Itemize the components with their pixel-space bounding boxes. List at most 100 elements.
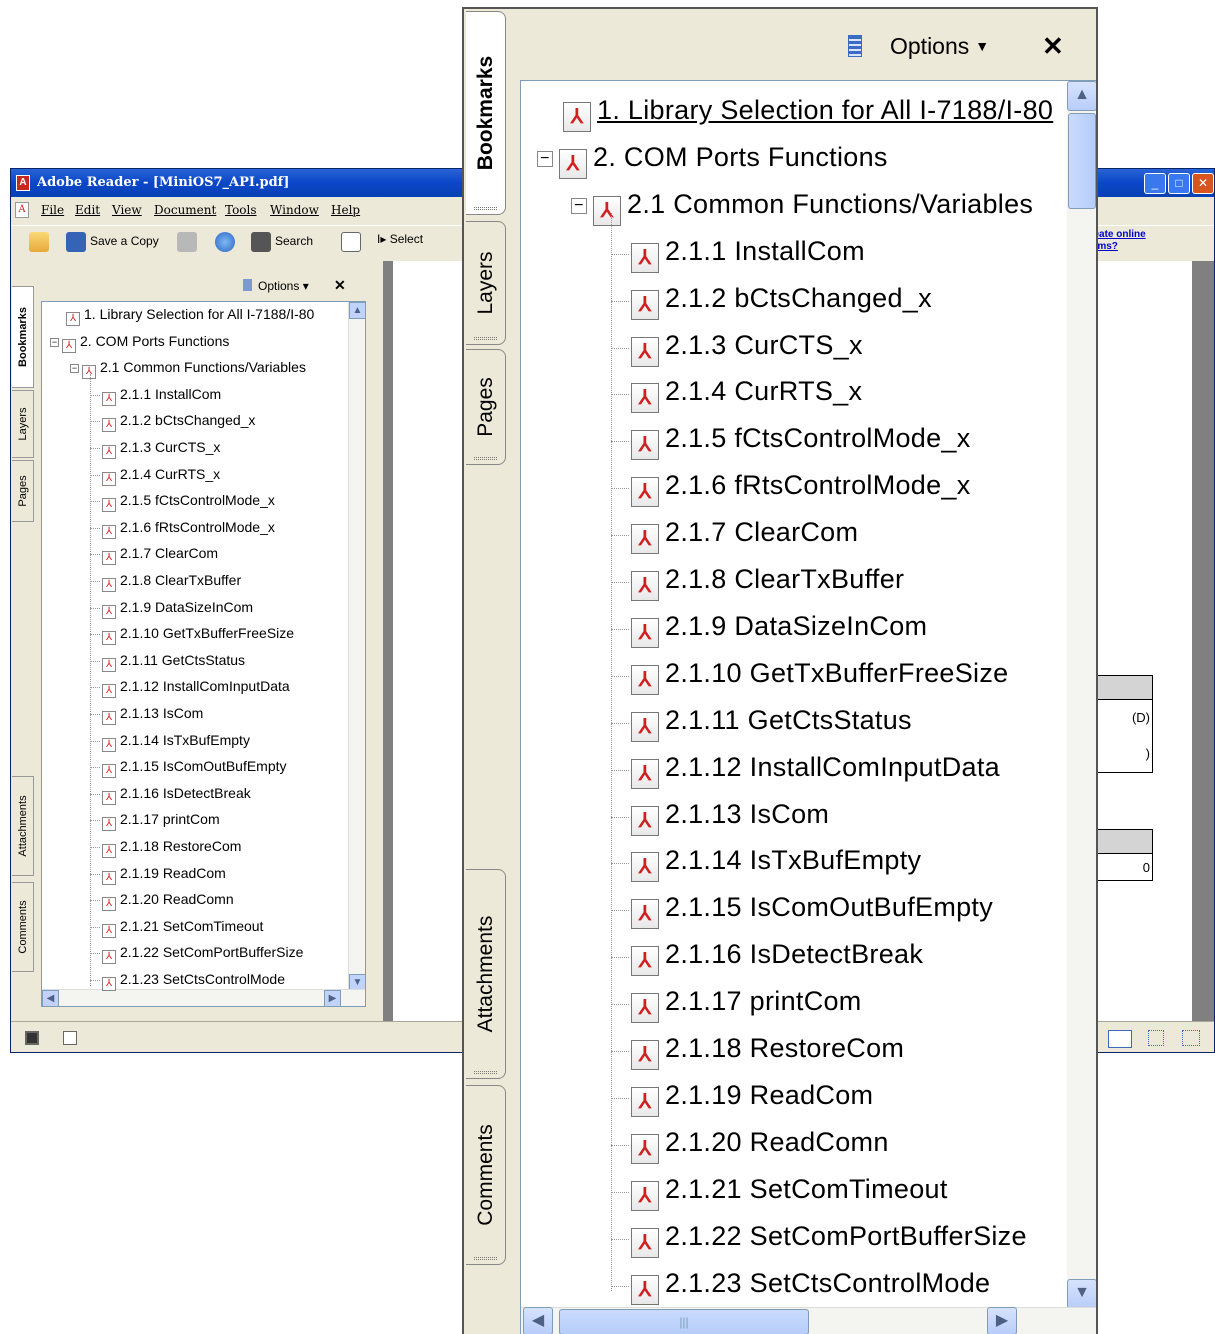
tab-pages-small[interactable]: Pages [12, 460, 34, 522]
tab-bookmarks[interactable]: Bookmarks [466, 11, 506, 215]
bookmark-item[interactable]: ⅄ 1. Library Selection for All I-7188/I-8… [66, 306, 314, 326]
menu-window[interactable]: Window [270, 203, 319, 217]
menu-file[interactable]: File [41, 203, 64, 217]
horizontal-scroll-thumb[interactable]: ||| [559, 1309, 809, 1334]
scroll-right-small[interactable]: ▶ [324, 990, 341, 1006]
bookmark-item[interactable]: ⅄ 2.1.1 InstallCom [631, 236, 865, 273]
bookmark-item[interactable]: ⅄ 2.1.14 IsTxBufEmpty [631, 845, 921, 883]
tab-bookmarks-small[interactable]: Bookmarks [12, 286, 34, 388]
document-menu-icon[interactable]: A [15, 202, 29, 218]
scroll-up-small[interactable]: ▲ [349, 302, 365, 319]
scroll-right-button[interactable]: ▶ [987, 1307, 1017, 1334]
bookmark-item[interactable]: ⅄ 2.1.21 SetComTimeout [102, 918, 263, 938]
nav-pane-toggle-icon[interactable] [25, 1031, 39, 1045]
bookmark-item[interactable]: ⅄ 2.1.11 GetCtsStatus [102, 652, 245, 672]
bookmark-item[interactable]: ⅄ 2.1.18 RestoreCom [102, 838, 241, 858]
bookmark-item[interactable]: ⅄ 2.1.15 IsComOutBufEmpty [102, 758, 287, 779]
facing-view-icon[interactable] [1182, 1030, 1200, 1046]
bookmark-item[interactable]: ⅄ 2.1.19 ReadCom [631, 1080, 873, 1117]
scroll-left-small[interactable]: ◀ [42, 990, 59, 1006]
bookmark-item[interactable]: ⅄ 2.1.21 SetComTimeout [631, 1174, 948, 1211]
bookmark-item[interactable]: ⅄ 2.1.22 SetComPortBufferSize [102, 944, 303, 965]
bookmark-item[interactable]: ⅄ 2.1.16 IsDetectBreak [102, 785, 251, 805]
menu-view[interactable]: View [112, 203, 142, 217]
bookmark-item[interactable]: ⅄ 2.1.6 fRtsControlMode_x [631, 470, 971, 508]
continuous-view-icon[interactable] [1148, 1030, 1164, 1046]
bookmark-item[interactable]: ⅄ 2.1.13 IsCom [631, 799, 829, 836]
tab-comments-small[interactable]: Comments [12, 882, 34, 972]
collapse-toggle-icon[interactable]: − [571, 197, 587, 214]
menu-edit[interactable]: Edit [75, 203, 100, 217]
bookmark-item[interactable]: ⅄ 2.1.10 GetTxBufferFreeSize [102, 625, 294, 646]
horizontal-scrollbar[interactable]: ◀ ||| ▶ [521, 1307, 1096, 1334]
open-button[interactable] [29, 232, 53, 252]
collapse-toggle-icon[interactable]: − [70, 364, 79, 374]
single-page-view-icon[interactable] [1108, 1030, 1132, 1048]
bookmark-item[interactable]: ⅄ 2.1.12 InstallComInputData [631, 752, 1000, 789]
bookmark-item[interactable]: − ⅄ 2. COM Ports Functions [50, 333, 229, 353]
bookmark-item[interactable]: ⅄ 2.1.7 ClearCom [631, 517, 858, 555]
bookmark-item[interactable]: ⅄ 2.1.19 ReadCom [102, 865, 226, 885]
tab-pages[interactable]: Pages [466, 349, 506, 465]
scroll-down-button[interactable]: ▼ [1067, 1279, 1096, 1309]
tab-attachments[interactable]: Attachments [466, 869, 506, 1079]
page-icon[interactable] [63, 1031, 77, 1045]
bookmark-item[interactable]: − ⅄ 2.1 Common Functions/Variables [571, 189, 1033, 226]
bookmark-item[interactable]: ⅄ 2.1.18 RestoreCom [631, 1033, 904, 1070]
bookmark-item[interactable]: ⅄ 2.1.2 bCtsChanged_x [631, 283, 932, 320]
bookmark-item[interactable]: ⅄ 2.1.2 bCtsChanged_x [102, 412, 255, 433]
bookmark-item[interactable]: ⅄ 2.1.20 ReadComn [631, 1127, 889, 1164]
collapse-toggle-icon[interactable]: − [537, 150, 553, 167]
options-menu[interactable]: Options ▼ [848, 33, 989, 60]
bookmark-item[interactable]: ⅄ 2.1.15 IsComOutBufEmpty [631, 892, 993, 930]
bookmark-item[interactable]: ⅄ 2.1.9 DataSizeInCom [102, 599, 253, 619]
bookmark-item[interactable]: ⅄ 2.1.11 GetCtsStatus [631, 705, 912, 742]
bookmark-item[interactable]: ⅄ 2.1.13 IsCom [102, 705, 203, 725]
search-button[interactable]: Search [251, 232, 313, 252]
close-window-button[interactable]: ✕ [1192, 173, 1214, 194]
bookmark-item[interactable]: ⅄ 2.1.4 CurRTS_x [631, 376, 862, 414]
bookmark-item[interactable]: ⅄ 2.1.1 InstallCom [102, 386, 221, 406]
close-panel-button[interactable]: ✕ [1042, 31, 1064, 62]
options-menu-small[interactable]: Options ▾ [243, 279, 309, 293]
bookmark-item[interactable]: ⅄ 1. Library Selection for All I-7188/I-8… [563, 95, 1053, 132]
vertical-scroll-thumb[interactable] [1068, 113, 1096, 209]
bookmark-item[interactable]: ⅄ 2.1.8 ClearTxBuffer [102, 572, 241, 592]
collapse-toggle-icon[interactable]: − [50, 337, 59, 347]
scroll-left-button[interactable]: ◀ [523, 1307, 553, 1334]
bookmark-item[interactable]: ⅄ 2.1.20 ReadComn [102, 891, 234, 912]
tab-layers-small[interactable]: Layers [12, 390, 34, 458]
bookmark-item[interactable]: − ⅄ 2.1 Common Functions/Variables [70, 359, 306, 380]
bookmark-item[interactable]: ⅄ 2.1.8 ClearTxBuffer [631, 564, 904, 601]
bookmark-item[interactable]: ⅄ 2.1.9 DataSizeInCom [631, 611, 927, 648]
bookmark-item[interactable]: ⅄ 2.1.6 fRtsControlMode_x [102, 519, 275, 539]
bookmark-item[interactable]: ⅄ 2.1.3 CurCTS_x [631, 330, 863, 367]
print-button[interactable] [177, 232, 201, 252]
bookmark-item[interactable]: ⅄ 2.1.12 InstallComInputData [102, 678, 290, 699]
scroll-up-button[interactable]: ▲ [1067, 81, 1096, 111]
select-tool-button[interactable]: I▸ Select [377, 232, 423, 246]
bookmark-item[interactable]: ⅄ 2.1.22 SetComPortBufferSize [631, 1221, 1027, 1258]
tab-comments[interactable]: Comments [466, 1085, 506, 1265]
bookmark-item[interactable]: ⅄ 2.1.23 SetCtsControlMode [102, 971, 285, 991]
close-panel-small[interactable]: ✕ [334, 277, 346, 294]
bookmark-item[interactable]: ⅄ 2.1.17 printCom [631, 986, 862, 1024]
hand-tool-button[interactable] [341, 232, 365, 252]
vertical-scrollbar-small[interactable]: ▲ ▼ [348, 302, 365, 1006]
bookmark-item[interactable]: ⅄ 2.1.23 SetCtsControlMode [631, 1268, 990, 1305]
bookmark-item[interactable]: ⅄ 2.1.7 ClearCom [102, 545, 218, 566]
maximize-button[interactable]: □ [1168, 173, 1190, 194]
tab-layers[interactable]: Layers [466, 221, 506, 345]
menu-document[interactable]: Document [154, 203, 216, 217]
tab-attachments-small[interactable]: Attachments [12, 776, 34, 876]
horizontal-scrollbar-small[interactable]: ◀ ▶ [42, 989, 365, 1006]
menu-help[interactable]: Help [331, 203, 360, 217]
bookmark-item[interactable]: ⅄ 2.1.16 IsDetectBreak [631, 939, 923, 977]
bookmark-item[interactable]: ⅄ 2.1.5 fCtsControlMode_x [631, 423, 971, 461]
email-button[interactable] [215, 232, 239, 252]
minimize-button[interactable]: _ [1144, 173, 1166, 194]
bookmark-item[interactable]: ⅄ 2.1.3 CurCTS_x [102, 439, 220, 459]
bookmark-item[interactable]: ⅄ 2.1.17 printCom [102, 811, 220, 832]
bookmark-item[interactable]: ⅄ 2.1.14 IsTxBufEmpty [102, 732, 250, 752]
menu-tools[interactable]: Tools [225, 203, 257, 217]
